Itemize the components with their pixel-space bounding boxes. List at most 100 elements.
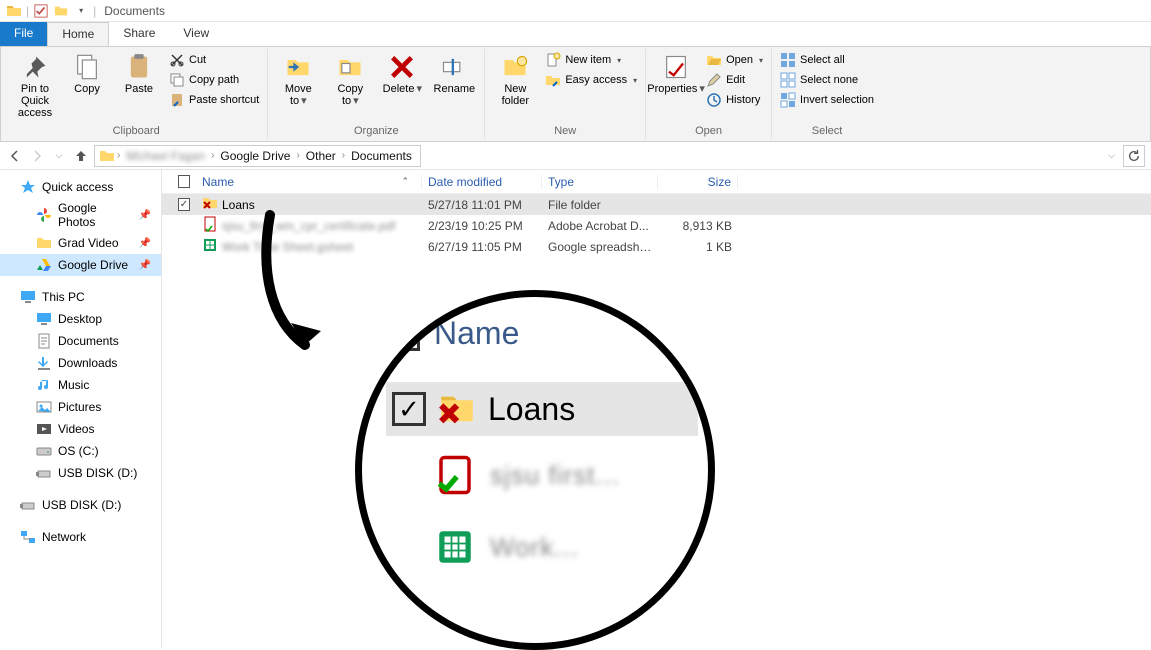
gphotos-icon bbox=[36, 207, 52, 223]
breadcrumb-user[interactable]: Michael Fagan bbox=[122, 149, 209, 163]
pictures-icon bbox=[36, 399, 52, 415]
desktop-icon bbox=[36, 311, 52, 327]
folder-qat-icon[interactable] bbox=[53, 3, 69, 19]
file-type: File folder bbox=[542, 198, 658, 212]
recent-locations-button[interactable]: ⌵ bbox=[50, 147, 68, 165]
sidebar-item-desktop[interactable]: Desktop bbox=[0, 308, 161, 330]
sidebar-item-music[interactable]: Music bbox=[0, 374, 161, 396]
delete-button[interactable]: Delete▾ bbox=[378, 51, 426, 97]
sidebar-this-pc[interactable]: This PC bbox=[0, 286, 161, 308]
usb-icon bbox=[20, 497, 36, 513]
clipboard-group-label: Clipboard bbox=[11, 123, 261, 137]
new-folder-button[interactable]: New folder bbox=[491, 51, 539, 109]
sidebar-usb-disk[interactable]: USB DISK (D:) bbox=[0, 494, 161, 516]
sidebar-item-downloads[interactable]: Downloads bbox=[0, 352, 161, 374]
copy-to-button[interactable]: Copy to▾ bbox=[326, 51, 374, 109]
move-to-button[interactable]: Move to▾ bbox=[274, 51, 322, 109]
breadcrumb-documents[interactable]: Documents bbox=[347, 149, 416, 163]
checkbox-qat-icon[interactable] bbox=[33, 3, 49, 19]
column-headers: Name ⌃ Date modified Type Size bbox=[162, 170, 1151, 194]
rename-button[interactable]: Rename bbox=[430, 51, 478, 97]
sidebar-quick-access[interactable]: Quick access bbox=[0, 176, 161, 198]
invert-selection-button[interactable]: Invert selection bbox=[778, 91, 876, 109]
folder-icon bbox=[99, 148, 115, 164]
column-name-label: Name bbox=[202, 175, 234, 189]
paste-button[interactable]: Paste bbox=[115, 51, 163, 97]
sidebar-network[interactable]: Network bbox=[0, 526, 161, 548]
column-date[interactable]: Date modified bbox=[422, 175, 542, 189]
back-button[interactable] bbox=[6, 147, 24, 165]
folder-icon bbox=[6, 3, 22, 19]
select-group-label: Select bbox=[778, 123, 876, 137]
folder-icon bbox=[36, 235, 52, 251]
pdf-icon bbox=[202, 216, 218, 235]
ribbon-group-organize: Move to▾ Copy to▾ Delete▾ Rename Organiz… bbox=[268, 49, 485, 139]
chevron-right-icon[interactable]: › bbox=[117, 150, 120, 161]
file-type: Adobe Acrobat D... bbox=[542, 219, 658, 233]
copy-path-button[interactable]: Copy path bbox=[167, 71, 261, 89]
sidebar-item-google-photos[interactable]: Google Photos📌 bbox=[0, 198, 161, 232]
cut-button[interactable]: Cut bbox=[167, 51, 261, 69]
separator: | bbox=[26, 4, 29, 18]
sidebar-item-grad-video[interactable]: Grad Video📌 bbox=[0, 232, 161, 254]
tab-share[interactable]: Share bbox=[109, 22, 169, 46]
address-dropdown-icon[interactable]: ⌵ bbox=[1108, 150, 1115, 161]
open-group-label: Open bbox=[652, 123, 765, 137]
zoom-blurred-filename: sjsu first... bbox=[490, 460, 620, 491]
breadcrumb-gdrive[interactable]: Google Drive bbox=[216, 149, 294, 163]
edit-button[interactable]: Edit bbox=[704, 71, 765, 89]
sidebar-item-documents[interactable]: Documents bbox=[0, 330, 161, 352]
column-name[interactable]: Name ⌃ bbox=[196, 175, 422, 189]
pin-quick-access-label: Pin to Quick access bbox=[13, 83, 57, 119]
ribbon: Pin to Quick access Copy Paste Cut Copy … bbox=[0, 46, 1151, 142]
new-item-button[interactable]: New item▾ bbox=[543, 51, 639, 69]
paste-shortcut-button[interactable]: Paste shortcut bbox=[167, 91, 261, 109]
chevron-right-icon[interactable]: › bbox=[342, 150, 345, 161]
copy-label: Copy bbox=[74, 83, 100, 95]
history-button[interactable]: History bbox=[704, 91, 765, 109]
refresh-button[interactable] bbox=[1123, 145, 1145, 167]
sidebar-item-label: Pictures bbox=[58, 400, 101, 414]
select-all-button[interactable]: Select all bbox=[778, 51, 876, 69]
column-checkbox[interactable] bbox=[172, 175, 196, 188]
sidebar-item-label: OS (C:) bbox=[58, 444, 99, 458]
usb-icon bbox=[36, 465, 52, 481]
tab-file[interactable]: File bbox=[0, 22, 47, 46]
sidebar-item-usb-disk-d-[interactable]: USB DISK (D:) bbox=[0, 462, 161, 484]
properties-button[interactable]: Properties▾ bbox=[652, 51, 700, 97]
checkbox-checked-icon[interactable]: ✓ bbox=[178, 198, 190, 211]
forward-button[interactable] bbox=[28, 147, 46, 165]
paste-shortcut-label: Paste shortcut bbox=[189, 94, 259, 106]
new-folder-label: New folder bbox=[493, 83, 537, 107]
sidebar-item-label: Music bbox=[58, 378, 89, 392]
open-button[interactable]: Open▾ bbox=[704, 51, 765, 69]
gsheet-icon bbox=[202, 237, 218, 256]
chevron-right-icon[interactable]: › bbox=[296, 150, 299, 161]
tab-home[interactable]: Home bbox=[47, 22, 109, 46]
sort-indicator-icon: ⌃ bbox=[401, 176, 409, 187]
window-title: Documents bbox=[104, 4, 165, 18]
copy-to-label: Copy to▾ bbox=[328, 83, 372, 107]
tab-view[interactable]: View bbox=[169, 22, 223, 46]
up-button[interactable] bbox=[72, 147, 90, 165]
chevron-right-icon[interactable]: › bbox=[211, 150, 214, 161]
navigation-pane[interactable]: Quick access Google Photos📌Grad Video📌Go… bbox=[0, 170, 162, 648]
pin-quick-access-button[interactable]: Pin to Quick access bbox=[11, 51, 59, 121]
sidebar-item-google-drive[interactable]: Google Drive📌 bbox=[0, 254, 161, 276]
copy-button[interactable]: Copy bbox=[63, 51, 111, 97]
sidebar-quick-access-label: Quick access bbox=[42, 180, 113, 194]
breadcrumb-other[interactable]: Other bbox=[302, 149, 340, 163]
sidebar-item-pictures[interactable]: Pictures bbox=[0, 396, 161, 418]
checkbox-icon[interactable] bbox=[178, 175, 190, 188]
sidebar-item-os-c-[interactable]: OS (C:) bbox=[0, 440, 161, 462]
qat-dropdown-icon[interactable]: ▾ bbox=[73, 3, 89, 19]
file-size: 1 KB bbox=[658, 240, 738, 254]
sidebar-item-videos[interactable]: Videos bbox=[0, 418, 161, 440]
column-type[interactable]: Type bbox=[542, 175, 658, 189]
select-none-button[interactable]: Select none bbox=[778, 71, 876, 89]
invert-selection-label: Invert selection bbox=[800, 94, 874, 106]
breadcrumb[interactable]: › Michael Fagan › Google Drive › Other ›… bbox=[94, 145, 421, 167]
column-size[interactable]: Size bbox=[658, 175, 738, 189]
sidebar-item-label: Grad Video bbox=[58, 236, 119, 250]
easy-access-button[interactable]: Easy access▾ bbox=[543, 71, 639, 89]
